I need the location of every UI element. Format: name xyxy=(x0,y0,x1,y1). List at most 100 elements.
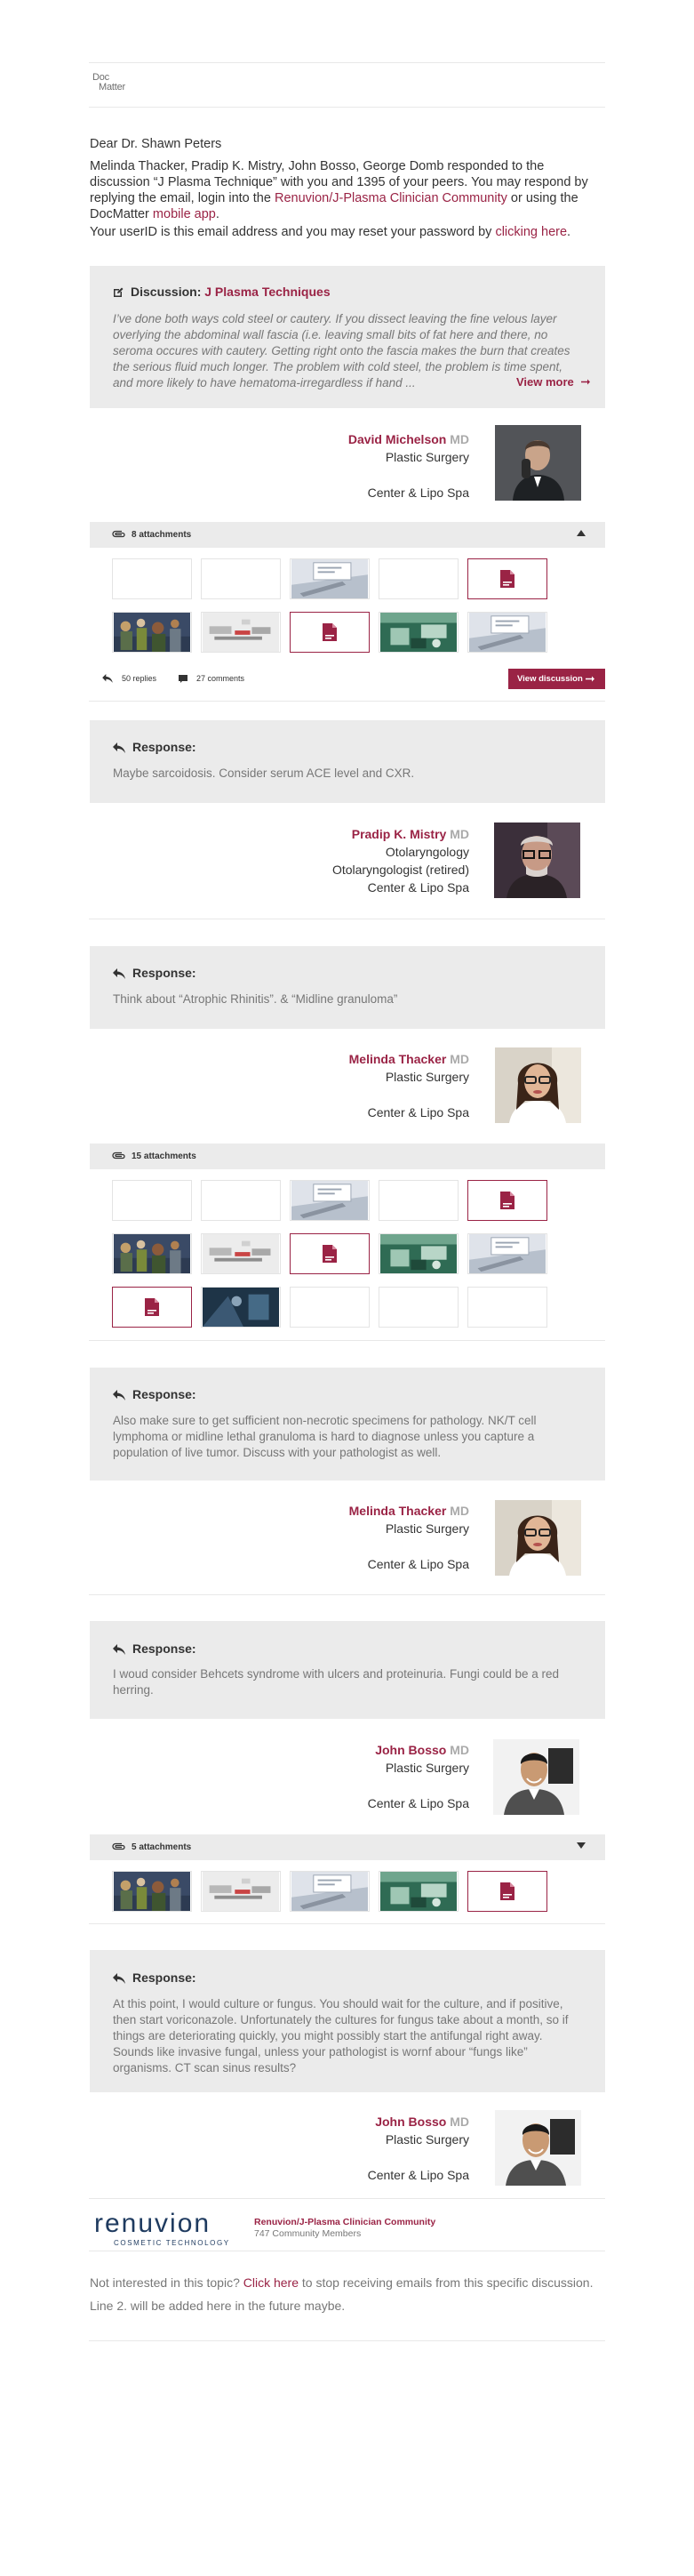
attachment-pdf[interactable] xyxy=(290,612,370,653)
view-more-link[interactable]: View more xyxy=(507,375,591,389)
attachment-thumbnail[interactable] xyxy=(379,1871,459,1912)
comments-count: 27 comments xyxy=(179,674,244,683)
attachment-thumbnail[interactable] xyxy=(112,612,192,653)
attachment-thumbnail[interactable] xyxy=(379,1180,459,1221)
response-body: At this point, I would culture or fungus… xyxy=(113,1997,569,2074)
comment-icon xyxy=(179,675,187,683)
pdf-icon xyxy=(145,1298,159,1316)
divider xyxy=(89,62,605,63)
attachment-thumbnail[interactable] xyxy=(112,1871,192,1912)
author-card: John Bosso MD Plastic Surgery Center & L… xyxy=(367,1743,469,1810)
response-title: Response: xyxy=(113,740,196,754)
attachment-thumbnail[interactable] xyxy=(112,1180,192,1221)
reply-icon xyxy=(113,742,125,753)
discussion-title: Discussion: J Plasma Techniques xyxy=(113,285,331,299)
response-body: I woud consider Behcets syndrome with ul… xyxy=(113,1667,560,1697)
author-name[interactable]: Pradip K. Mistry xyxy=(352,827,447,841)
divider xyxy=(89,2198,605,2199)
paperclip-icon xyxy=(112,530,126,538)
pdf-icon xyxy=(500,1882,515,1900)
attachment-thumbnail[interactable] xyxy=(467,1233,547,1274)
attachment-pdf[interactable] xyxy=(467,558,547,599)
author-card: Melinda Thacker MD Plastic Surgery Cente… xyxy=(348,1052,469,1119)
attachment-thumbnail[interactable] xyxy=(112,558,192,599)
attachment-thumbnail[interactable] xyxy=(379,1233,459,1274)
response-body: Think about “Atrophic Rhinitis”. & “Midl… xyxy=(113,992,398,1006)
edit-icon xyxy=(114,287,124,297)
divider xyxy=(89,701,605,702)
author-name[interactable]: John Bosso xyxy=(375,1743,446,1757)
author-name[interactable]: David Michelson xyxy=(348,432,446,446)
response-box xyxy=(90,946,605,1029)
community-link[interactable]: Renuvion/J-Plasma Clinician Community xyxy=(275,191,507,205)
paperclip-icon xyxy=(112,1842,126,1850)
reply-icon xyxy=(113,1973,125,1984)
members-count: 747 Community Members xyxy=(254,2228,362,2239)
intro-paragraph: Melinda Thacker, Pradip K. Mistry, John … xyxy=(90,159,588,221)
pdf-icon xyxy=(500,570,515,588)
avatar xyxy=(495,425,581,501)
attachments-bar[interactable]: 15 attachments xyxy=(90,1144,605,1169)
attachment-thumbnail[interactable] xyxy=(201,1180,281,1221)
attachment-thumbnail[interactable] xyxy=(112,1233,192,1274)
mobile-app-link[interactable]: mobile app xyxy=(153,207,216,221)
attachment-thumbnail[interactable] xyxy=(290,1180,370,1221)
attachment-thumbnail[interactable] xyxy=(290,558,370,599)
attachment-thumbnail[interactable] xyxy=(201,1233,281,1274)
attachment-pdf[interactable] xyxy=(467,1180,547,1221)
unsubscribe-text: Not interested in this topic? Click here… xyxy=(90,2275,594,2290)
docmatter-logo[interactable]: Doc Matter xyxy=(92,73,125,92)
attachment-thumbnail[interactable] xyxy=(467,1287,547,1328)
author-name[interactable]: Melinda Thacker xyxy=(349,1504,447,1518)
replies-count: 50 replies xyxy=(102,674,156,683)
renuvion-logo[interactable]: renuvion COSMETIC TECHNOLOGY xyxy=(94,2211,230,2248)
avatar xyxy=(495,2110,581,2186)
attachment-thumbnail[interactable] xyxy=(201,558,281,599)
attachment-thumbnail[interactable] xyxy=(201,1287,281,1328)
avatar xyxy=(495,1047,581,1123)
greeting: Dear Dr. Shawn Peters xyxy=(90,137,222,151)
divider xyxy=(89,1923,605,1924)
pdf-icon xyxy=(500,1192,515,1209)
reply-icon xyxy=(113,968,125,979)
avatar xyxy=(494,823,580,898)
attachments-bar[interactable]: 8 attachments xyxy=(90,522,605,548)
response-body: Maybe sarcoidosis. Consider serum ACE le… xyxy=(113,766,415,780)
attachment-thumbnail[interactable] xyxy=(201,1871,281,1912)
attachment-thumbnail[interactable] xyxy=(379,1287,459,1328)
discussion-title-link[interactable]: J Plasma Techniques xyxy=(204,285,330,299)
attachment-thumbnail[interactable] xyxy=(290,1871,370,1912)
reply-icon xyxy=(102,674,113,683)
attachment-thumbnail[interactable] xyxy=(379,558,459,599)
paperclip-icon xyxy=(112,1152,126,1160)
attachment-pdf[interactable] xyxy=(112,1287,192,1328)
attachment-pdf[interactable] xyxy=(467,1871,547,1912)
attachments-bar[interactable]: 5 attachments xyxy=(90,1834,605,1860)
attachment-thumbnail[interactable] xyxy=(201,612,281,653)
unsubscribe-link[interactable]: Click here xyxy=(243,2275,299,2290)
response-title: Response: xyxy=(113,966,196,980)
attachment-thumbnail[interactable] xyxy=(467,612,547,653)
avatar xyxy=(495,1500,581,1576)
pdf-icon xyxy=(323,623,337,641)
author-card: David Michelson MD Plastic Surgery Cente… xyxy=(347,432,469,500)
view-discussion-button[interactable]: View discussion xyxy=(508,669,605,689)
divider xyxy=(89,2340,605,2341)
response-box xyxy=(90,720,605,803)
community-link[interactable]: Renuvion/J-Plasma Clinician Community xyxy=(254,2217,435,2227)
divider xyxy=(89,107,605,108)
author-name[interactable]: Melinda Thacker xyxy=(349,1052,447,1066)
attachment-thumbnail[interactable] xyxy=(290,1287,370,1328)
author-name[interactable]: John Bosso xyxy=(375,2115,446,2129)
attachment-pdf[interactable] xyxy=(290,1233,370,1274)
response-title: Response: xyxy=(113,1970,196,1985)
response-title: Response: xyxy=(113,1387,196,1401)
pdf-icon xyxy=(323,1245,337,1263)
divider xyxy=(89,1340,605,1341)
response-title: Response: xyxy=(113,1641,196,1656)
author-card: Melinda Thacker MD Plastic Surgery Cente… xyxy=(348,1504,469,1571)
attachment-thumbnail[interactable] xyxy=(379,612,459,653)
chevron-up-icon[interactable] xyxy=(577,530,586,536)
reset-password-link[interactable]: clicking here xyxy=(495,225,567,239)
chevron-down-icon[interactable] xyxy=(577,1842,586,1849)
